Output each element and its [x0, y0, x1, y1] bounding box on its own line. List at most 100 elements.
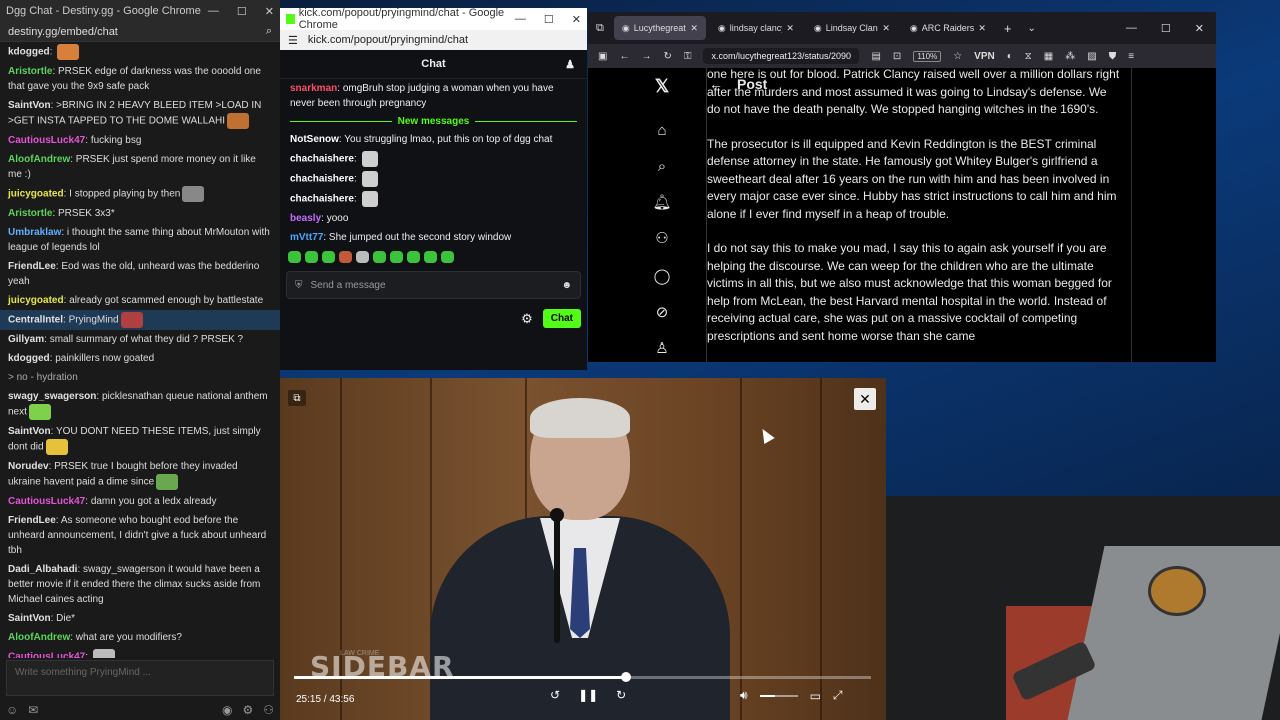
chat-username[interactable]: FriendLee	[8, 261, 56, 272]
bookmark-star-icon[interactable]: ☆	[953, 51, 962, 62]
volume-slider[interactable]	[759, 694, 798, 697]
maximize-icon[interactable]: ☐	[544, 13, 554, 26]
maximize-icon[interactable]: ☐	[1161, 22, 1171, 35]
home-icon[interactable]: ⌂	[652, 120, 672, 140]
close-icon[interactable]: ✕	[265, 5, 274, 18]
dgg-titlebar[interactable]: Dgg Chat - Destiny.gg - Google Chrome — …	[0, 0, 280, 22]
picture-in-picture-icon[interactable]: ⧉	[288, 390, 306, 406]
seek-bar[interactable]	[294, 672, 871, 682]
fullscreen-icon[interactable]: ⤢	[833, 688, 843, 703]
pause-icon[interactable]: ❚❚	[578, 688, 598, 702]
settings-gear-icon[interactable]: ⚙	[242, 703, 253, 717]
minimize-icon[interactable]: —	[515, 13, 526, 26]
emote-icon[interactable]	[288, 251, 301, 263]
emote-icon[interactable]	[424, 251, 437, 263]
close-tab-icon[interactable]: ✕	[690, 23, 698, 34]
close-tab-icon[interactable]: ✕	[882, 23, 890, 34]
chat-username[interactable]: chachaishere	[290, 154, 354, 165]
chat-username[interactable]: juicygoated	[8, 295, 64, 306]
rewind-icon[interactable]: ↺	[550, 688, 560, 702]
tab-menu-chevron-icon[interactable]: ⌄	[1027, 23, 1035, 34]
chat-username[interactable]: Dadi_Albahadi	[8, 564, 77, 575]
back-icon[interactable]: ←	[619, 51, 629, 62]
maximize-icon[interactable]: ☐	[237, 5, 247, 18]
chat-username[interactable]: chachaishere	[290, 194, 354, 205]
video-player[interactable]: LAW CRIME SIDEBAR ⧉ ✕ 25:15 / 43:56 ↺ ❚❚…	[280, 378, 886, 720]
chat-username[interactable]: CentralIntel	[8, 315, 63, 326]
back-arrow-icon[interactable]: ←	[709, 76, 723, 92]
emote-icon[interactable]	[441, 251, 454, 263]
extension-icon[interactable]: ◐	[1007, 51, 1013, 62]
close-tab-icon[interactable]: ✕	[786, 23, 794, 34]
chat-username[interactable]: Umbraklaw	[8, 227, 61, 238]
close-icon[interactable]: ✕	[1195, 22, 1204, 35]
volume-icon[interactable]: 🔊︎	[740, 688, 748, 703]
chat-username[interactable]: NotSenow	[290, 134, 339, 145]
menu-icon[interactable]: ≡	[1128, 51, 1134, 62]
chat-username[interactable]: Aristortle	[8, 208, 52, 219]
users-icon[interactable]: ⚇	[263, 703, 274, 717]
emote-icon[interactable]	[373, 251, 386, 263]
tab-overview-icon[interactable]: ⧉	[596, 22, 604, 35]
chat-username[interactable]: FriendLee	[8, 515, 56, 526]
follow-icon[interactable]: ⚇	[652, 228, 672, 248]
site-info-icon[interactable]: ⚿	[684, 51, 692, 62]
extension-badge-icon[interactable]: ▦	[1044, 51, 1053, 62]
chat-username[interactable]: Norudev	[8, 461, 49, 472]
chat-username[interactable]: AloofAndrew	[8, 632, 70, 643]
dgg-chat-input[interactable]: Write something PryingMind ...	[6, 660, 274, 696]
minimize-icon[interactable]: —	[1126, 22, 1137, 35]
emote-icon[interactable]	[322, 251, 335, 263]
extension-icon[interactable]: ▨	[1087, 51, 1096, 62]
sidebar-toggle-icon[interactable]: ▣	[598, 51, 607, 62]
settings-gear-icon[interactable]: ⚙	[521, 311, 533, 327]
chat-username[interactable]: snarkman	[290, 83, 337, 94]
shield-icon[interactable]: ⛊	[1109, 51, 1117, 62]
browser-tab[interactable]: ◉lindsay clancy ch✕	[710, 16, 802, 40]
chat-username[interactable]: beasly	[290, 213, 321, 224]
screenshot-icon[interactable]: ⊡	[893, 51, 901, 62]
zoom-icon[interactable]: ⌕	[266, 25, 272, 38]
emote-icon[interactable]	[407, 251, 420, 263]
browser-tab[interactable]: ◉Lucythegreat on✕	[613, 16, 706, 40]
chat-username[interactable]: CautiousLuck47	[8, 496, 85, 507]
chat-username[interactable]: SaintVon	[8, 613, 51, 624]
url-input[interactable]: x.com/lucythegreat123/status/2090	[703, 48, 860, 64]
chat-username[interactable]: kdogged	[8, 353, 50, 364]
dgg-address-bar[interactable]: destiny.gg/embed/chat ⌕	[0, 22, 280, 42]
emote-icon[interactable]	[339, 251, 352, 263]
chat-username[interactable]: AloofAndrew	[8, 154, 70, 165]
chat-username[interactable]: juicygoated	[8, 189, 64, 200]
chat-username[interactable]: chachaishere	[290, 174, 354, 185]
extension-icon[interactable]: ⁂	[1065, 51, 1075, 62]
chat-username[interactable]: CautiousLuck47	[8, 652, 85, 658]
search-icon[interactable]: ⌕	[652, 156, 672, 176]
dgg-message-list[interactable]: kdogged: Aristortle: PRSEK edge of darkn…	[0, 42, 280, 658]
send-chat-button[interactable]: Chat	[542, 309, 581, 328]
reader-icon[interactable]: ▤	[871, 51, 880, 62]
chat-username[interactable]: kdogged	[8, 47, 50, 58]
users-icon[interactable]: ♟	[565, 58, 575, 71]
site-info-icon[interactable]: ☰	[288, 34, 298, 47]
chat-username[interactable]: SaintVon	[8, 426, 51, 437]
chat-username[interactable]: swagy_swagerson	[8, 391, 96, 402]
emote-icon[interactable]	[390, 251, 403, 263]
x-logo-icon[interactable]: 𝕏	[652, 76, 672, 96]
minimize-icon[interactable]: —	[208, 5, 219, 18]
close-icon[interactable]: ✕	[854, 388, 876, 410]
browser-tab[interactable]: ◉Lindsay Clancy tr✕	[806, 16, 898, 40]
messages-icon[interactable]: ◯	[652, 266, 672, 286]
forward-icon[interactable]: ↻	[616, 688, 626, 702]
kick-message-input[interactable]: ⛨ Send a message ☻	[286, 271, 581, 299]
reload-icon[interactable]: ↻	[663, 51, 671, 62]
kick-titlebar[interactable]: kick.com/popout/pryingmind/chat - Google…	[280, 8, 587, 31]
whisper-icon[interactable]: ✉	[28, 703, 38, 717]
zoom-level[interactable]: 110%	[913, 50, 942, 62]
notifications-bell-icon[interactable]: 🔔︎	[652, 192, 672, 212]
close-icon[interactable]: ✕	[572, 13, 581, 26]
new-tab-icon[interactable]: +	[1004, 21, 1012, 36]
puzzle-icon[interactable]: ⧖	[1025, 51, 1032, 62]
browser-tab[interactable]: ◉ARC Raiders - Ste✕	[902, 16, 994, 40]
emote-icon[interactable]	[356, 251, 369, 263]
grok-icon[interactable]: ⊘	[652, 302, 672, 322]
